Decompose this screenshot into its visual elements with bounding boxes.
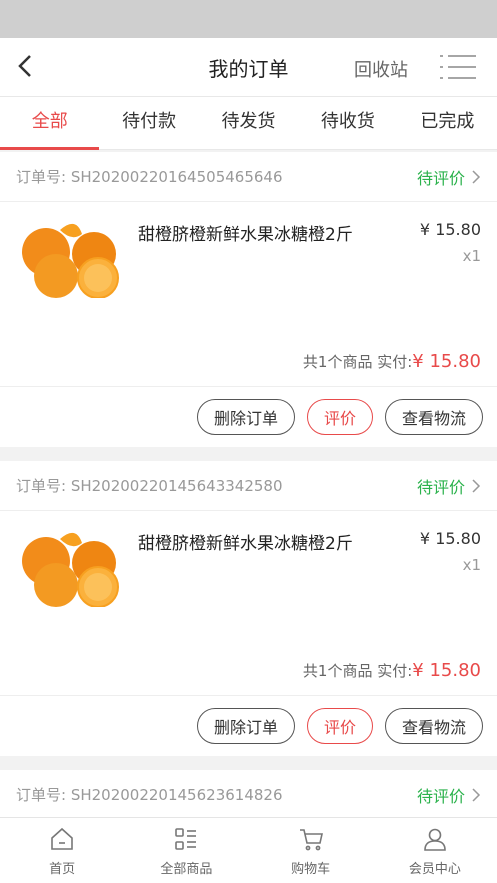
summary-amount: ¥ 15.80 — [412, 660, 481, 681]
product-price: ¥ 15.80 — [419, 220, 481, 239]
order-number: 订单号: SH20200220145623614826 — [16, 786, 283, 804]
page-title: 我的订单 — [208, 56, 289, 81]
tabbar-home[interactable]: 首页 — [0, 818, 124, 883]
order-card: 订单号: SH20200220145643342580 待评价 甜橙脐橙新鲜水果… — [0, 461, 497, 756]
product-price: ¥ 15.80 — [419, 529, 481, 548]
tab-pending-shipment[interactable]: 待发货 — [199, 97, 298, 149]
user-icon — [424, 828, 446, 851]
tab-all[interactable]: 全部 — [0, 97, 100, 150]
home-icon — [51, 827, 73, 850]
category-icon — [175, 828, 197, 850]
item-price-block: ¥ 15.80 x1 — [401, 525, 481, 646]
order-item[interactable]: 甜橙脐橙新鲜水果冰糖橙2斤 ¥ 15.80 x1 — [0, 202, 497, 337]
tab-pending-payment[interactable]: 待付款 — [99, 97, 198, 149]
order-actions: 删除订单 评价 查看物流 — [0, 696, 497, 756]
item-price-block: ¥ 15.80 x1 — [401, 216, 481, 337]
order-status-label: 待评价 — [416, 786, 465, 806]
order-status-label: 待评价 — [416, 168, 465, 188]
order-number: 订单号: SH20200220164505465646 — [16, 168, 283, 186]
order-status[interactable]: 待评价 — [417, 165, 481, 189]
bottom-tab-bar: 首页 全部商品 购物车 会员中心 — [0, 817, 497, 883]
recycle-bin-link[interactable]: 回收站 — [354, 56, 408, 82]
summary-label: 共1个商品 实付: — [302, 662, 413, 680]
status-bar — [0, 0, 497, 38]
tabbar-label: 购物车 — [291, 862, 331, 877]
summary-label: 共1个商品 实付: — [302, 353, 413, 371]
order-summary: 共1个商品 实付: ¥ 15.80 — [0, 337, 497, 387]
back-arrow-icon[interactable] — [12, 52, 40, 80]
product-quantity: x1 — [462, 556, 481, 574]
orange-product-image — [22, 223, 119, 298]
review-button[interactable]: 评价 — [306, 708, 373, 744]
chevron-right-icon — [472, 169, 481, 184]
orange-product-image — [22, 532, 119, 607]
tabbar-cart[interactable]: 购物车 — [249, 818, 373, 883]
product-name: 甜橙脐橙新鲜水果冰糖橙2斤 — [138, 534, 353, 554]
order-status[interactable]: 待评价 — [417, 783, 481, 807]
cart-icon — [299, 829, 323, 851]
order-list: 订单号: SH20200220164505465646 待评价 甜橙脐橙新鲜水果… — [0, 152, 497, 834]
order-header: 订单号: SH20200220164505465646 待评价 — [0, 152, 497, 202]
view-logistics-button[interactable]: 查看物流 — [384, 399, 483, 435]
order-card: 订单号: SH20200220164505465646 待评价 甜橙脐橙新鲜水果… — [0, 152, 497, 447]
tab-pending-receipt[interactable]: 待收货 — [298, 97, 397, 149]
product-quantity: x1 — [462, 247, 481, 265]
tabbar-label: 首页 — [49, 862, 76, 877]
chevron-right-icon — [472, 478, 481, 493]
summary-amount: ¥ 15.80 — [412, 351, 481, 372]
order-summary: 共1个商品 实付: ¥ 15.80 — [0, 646, 497, 696]
tabbar-label: 会员中心 — [408, 862, 461, 877]
order-header: 订单号: SH20200220145623614826 待评价 — [0, 770, 497, 820]
product-name: 甜橙脐橙新鲜水果冰糖橙2斤 — [138, 225, 353, 245]
tabbar-label: 全部商品 — [160, 862, 213, 877]
order-status[interactable]: 待评价 — [417, 474, 481, 498]
order-header: 订单号: SH20200220145643342580 待评价 — [0, 461, 497, 511]
delete-order-button[interactable]: 删除订单 — [196, 708, 295, 744]
view-logistics-button[interactable]: 查看物流 — [384, 708, 483, 744]
chevron-right-icon — [472, 787, 481, 802]
order-tabs: 全部 待付款 待发货 待收货 已完成 — [0, 96, 497, 150]
order-card: 订单号: SH20200220145623614826 待评价 — [0, 770, 497, 820]
review-button[interactable]: 评价 — [306, 399, 373, 435]
order-number: 订单号: SH20200220145643342580 — [16, 477, 283, 495]
order-status-label: 待评价 — [416, 477, 465, 497]
order-item[interactable]: 甜橙脐橙新鲜水果冰糖橙2斤 ¥ 15.80 x1 — [0, 511, 497, 646]
tabbar-all-products[interactable]: 全部商品 — [124, 818, 248, 883]
menu-icon[interactable] — [440, 54, 476, 80]
nav-bar: 我的订单 回收站 — [0, 38, 497, 96]
tabbar-member-center[interactable]: 会员中心 — [373, 818, 497, 883]
delete-order-button[interactable]: 删除订单 — [196, 399, 295, 435]
order-actions: 删除订单 评价 查看物流 — [0, 387, 497, 447]
tab-completed[interactable]: 已完成 — [398, 97, 497, 149]
